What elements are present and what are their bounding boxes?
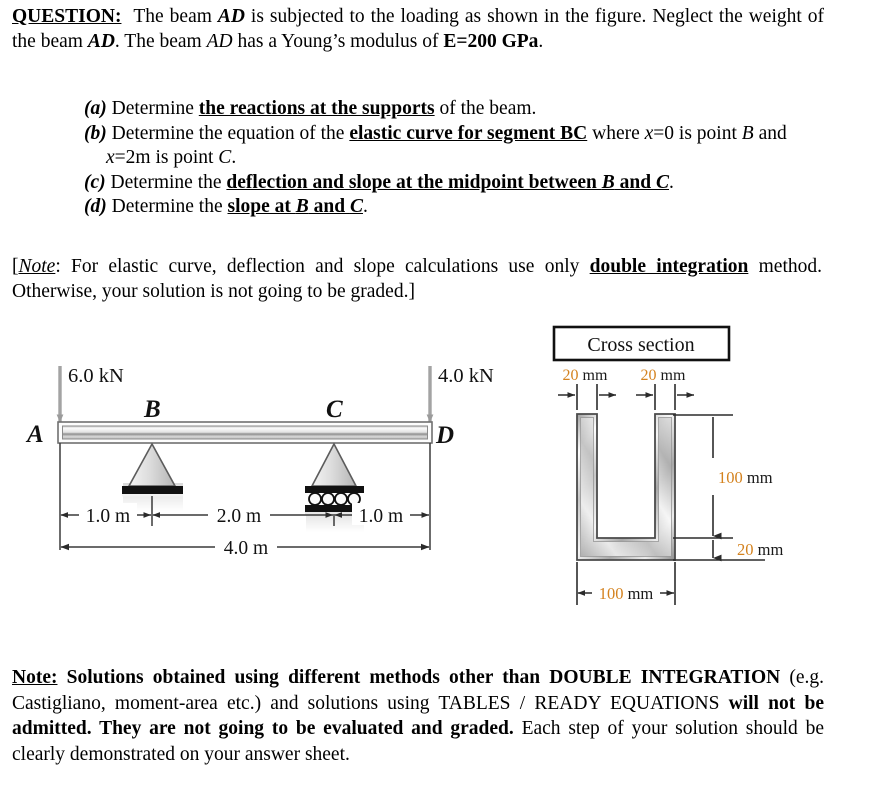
u-channel-shape [576, 413, 676, 561]
part-c-marker: (c) [84, 171, 106, 193]
question-part-b: (b) Determine the equation of the elasti… [84, 122, 824, 171]
part-d-emphasis-b: B [295, 196, 309, 217]
part-d-text-2: . [362, 196, 368, 217]
dimension-extension-lines [59, 443, 431, 550]
beam-ad-ref-3: AD [206, 31, 233, 52]
part-b-text-5: =2m is point [114, 147, 219, 168]
figure-area: 6.0 kN 4.0 kN A B C D 1.0 m 2.0 m 1.0 m … [0, 310, 869, 630]
question-part-a: (a) Determine the reactions at the suppo… [84, 97, 824, 122]
dimension-row-segments: 1.0 m 2.0 m 1.0 m [60, 503, 429, 527]
dimension-cd-label: 1.0 m [359, 506, 403, 527]
part-b-text-6: . [231, 147, 237, 168]
dimension-bc-label: 2.0 m [217, 506, 261, 527]
part-c-emphasis-c: C [656, 171, 670, 193]
point-label-a: A [25, 421, 44, 448]
part-b-var-x1: x [644, 122, 654, 144]
part-a-text-2: of the beam. [434, 98, 537, 119]
part-b-var-x2: x [106, 147, 115, 168]
thickness-left-number: 20 mm [563, 367, 608, 384]
question-part-c: (c) Determine the deflection and slope a… [84, 171, 824, 196]
question-intro-text-3: . The beam [114, 31, 207, 52]
part-a-emphasis: the reactions at the supports [198, 98, 435, 119]
question-part-d: (d) Determine the slope at B and C. [84, 195, 824, 220]
part-a-marker: (a) [84, 98, 107, 119]
part-d-emphasis-c: C [349, 196, 363, 217]
question-gap [121, 6, 133, 27]
question-intro-text-4: has a Young’s modulus of [232, 31, 444, 52]
part-d-text-1: Determine the [106, 196, 228, 217]
part-b-text-4: and [753, 122, 787, 144]
part-d-emphasis-and: and [308, 196, 350, 217]
question-parts-list: (a) Determine the reactions at the suppo… [84, 97, 824, 220]
beam-body [57, 421, 433, 444]
note-bottom-paragraph: Note: Solutions obtained using different… [12, 665, 824, 767]
part-c-emphasis-1: deflection and slope at the midpoint bet… [226, 171, 602, 193]
part-c-emphasis-b: B [601, 171, 615, 193]
beam-ad-ref-2: AD [87, 31, 115, 52]
question-intro-paragraph: QUESTION: The beam AD is subjected to th… [12, 4, 824, 54]
note-top-paragraph: [Note: For elastic curve, deflection and… [12, 254, 822, 304]
part-b-text-2: where [587, 122, 645, 144]
beam-diagram: 6.0 kN 4.0 kN A B C D 1.0 m 2.0 m 1.0 m … [25, 365, 494, 559]
cross-section-title: Cross section [587, 334, 694, 356]
question-intro-text-5: . [538, 31, 544, 52]
cross-section-diagram: Cross section 20 mm 20 mm 100 mm 20 mm 1… [552, 325, 783, 605]
dimension-row-total: 4.0 m [60, 535, 430, 559]
part-c-text-2: . [669, 171, 674, 193]
thickness-right-number: 20 mm [641, 367, 686, 384]
dimension-ab-label: 1.0 m [86, 506, 130, 527]
part-c-emphasis-and: and [614, 171, 656, 193]
height-dimension-label: 100 mm [718, 468, 773, 487]
note-bottom-text-1: Solutions obtained using different metho… [57, 667, 781, 688]
height-dimension-marks [673, 414, 765, 562]
part-b-var-c: C [218, 147, 232, 168]
dimension-total-label: 4.0 m [224, 538, 268, 559]
youngs-modulus-value: E=200 GPa [443, 31, 539, 52]
thickness-dimension-marks [558, 384, 694, 410]
part-d-emphasis-1: slope at [227, 196, 296, 217]
document-page: QUESTION: The beam AD is subjected to th… [0, 0, 869, 798]
width-dimension-label: 100 mm [599, 584, 654, 603]
base-thickness-label: 20 mm [737, 540, 783, 559]
question-intro-text-1: The beam [133, 6, 218, 27]
part-b-var-b: B [741, 122, 754, 144]
note-bottom-label: Note: [12, 667, 58, 688]
part-b-marker: (b) [84, 122, 107, 144]
point-label-d: D [435, 422, 454, 449]
question-heading: QUESTION: [12, 6, 122, 27]
note-top-emphasis: double integration [589, 256, 749, 277]
part-b-text-3: =0 is point [653, 122, 742, 144]
load-left-label: 6.0 kN [68, 365, 124, 387]
load-right-label: 4.0 kN [438, 365, 494, 387]
part-d-marker: (d) [84, 196, 107, 217]
note-top-label: Note [18, 256, 56, 277]
beam-ad-ref-1: AD [217, 6, 245, 27]
note-top-text-1: : For elastic curve, deflection and slop… [55, 256, 590, 277]
point-label-b: B [143, 396, 161, 423]
part-b-emphasis: elastic curve for segment BC [349, 122, 588, 144]
part-c-text-1: Determine the [105, 171, 227, 193]
part-b-text-1: Determine the equation of the [106, 122, 350, 144]
part-a-text-1: Determine [106, 98, 199, 119]
point-label-c: C [326, 396, 343, 423]
